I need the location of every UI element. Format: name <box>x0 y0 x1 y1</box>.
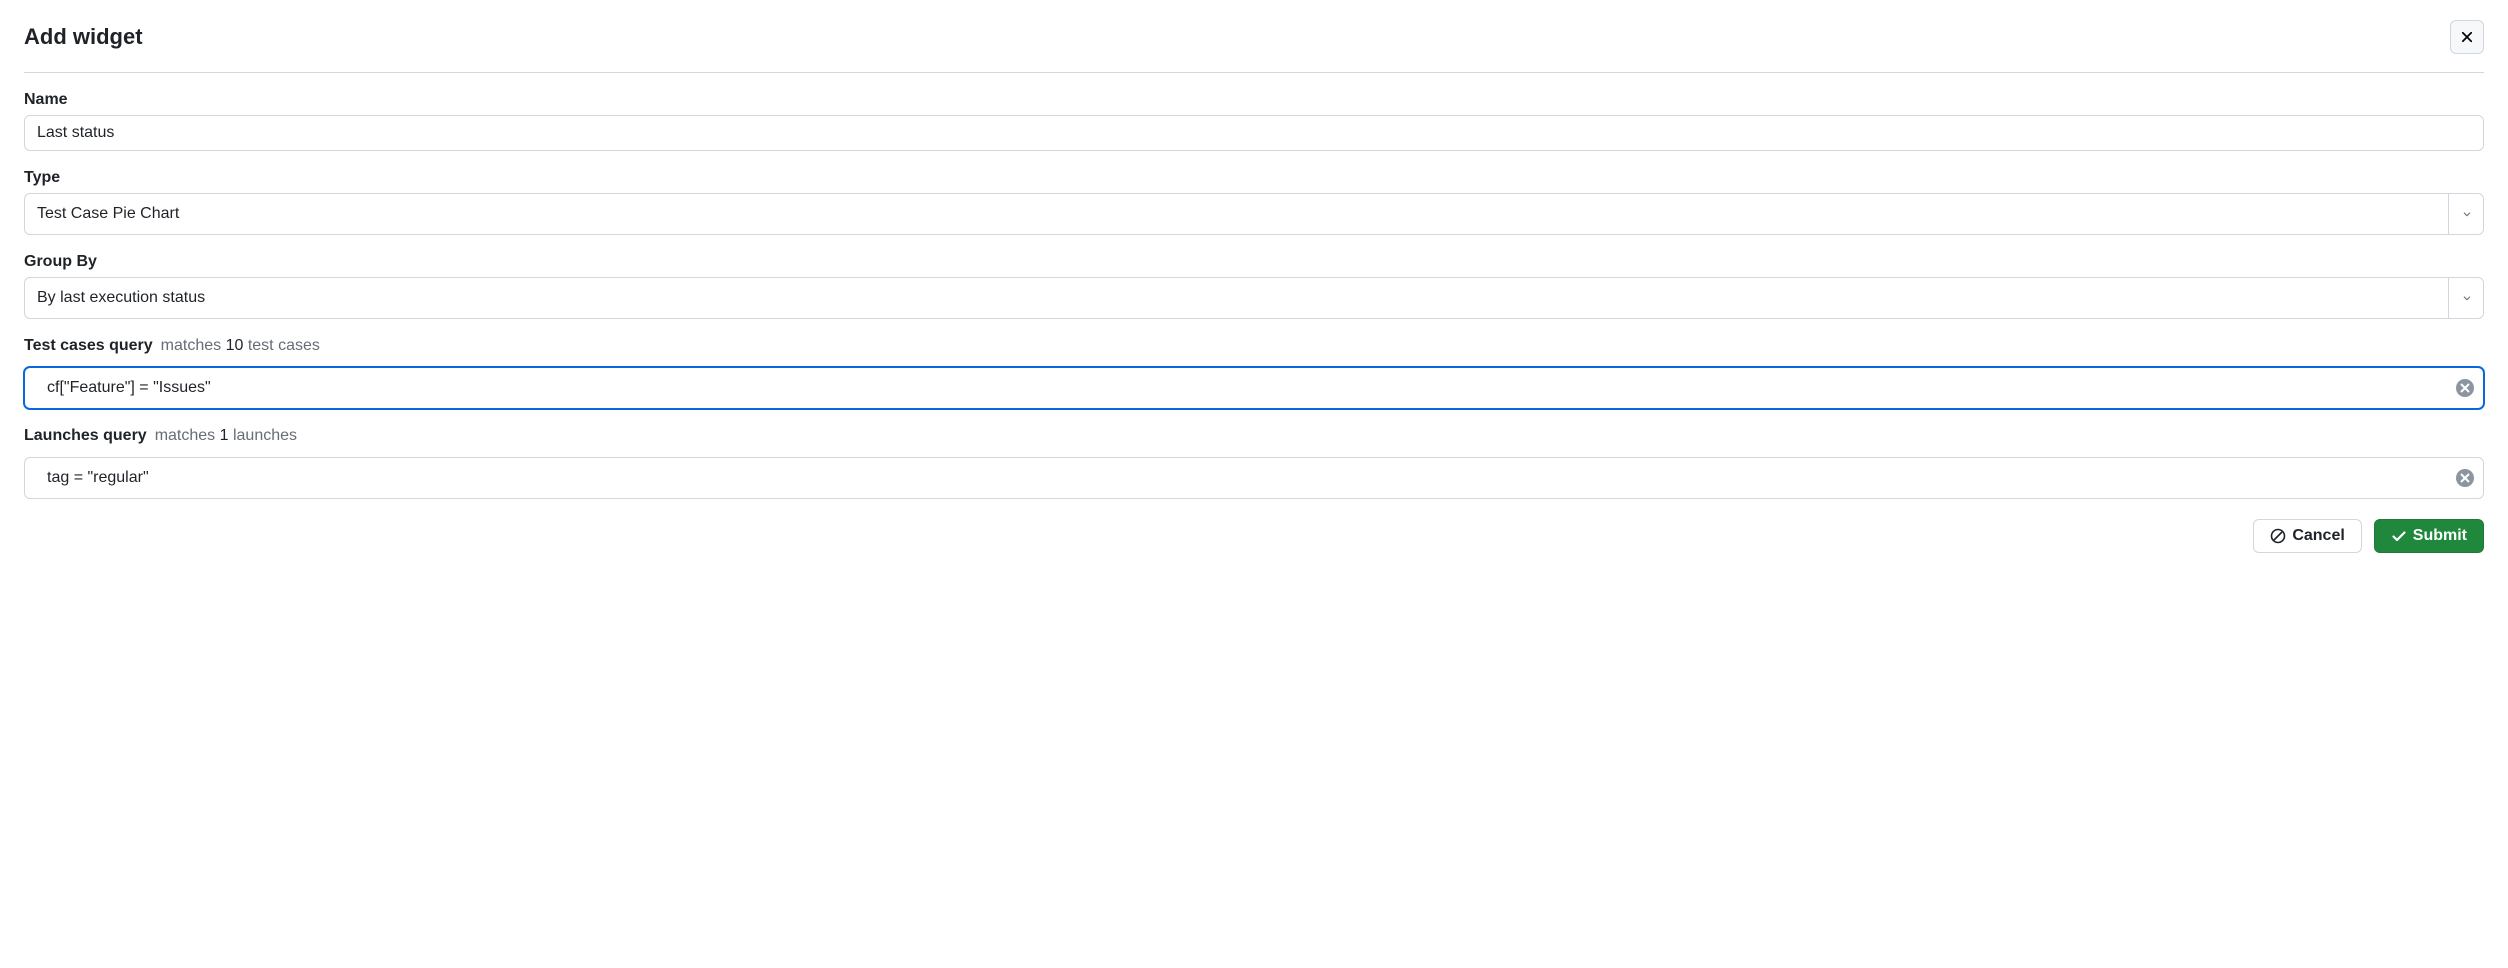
launches-query-label: Launches query <box>24 427 147 445</box>
groupby-select[interactable]: By last execution status <box>24 277 2484 319</box>
clear-icon <box>2460 383 2470 393</box>
groupby-select-value: By last execution status <box>24 277 2484 319</box>
groupby-label: Group By <box>24 253 2484 271</box>
type-label: Type <box>24 169 2484 187</box>
launches-query-group: Launches query matches 1 launches <box>24 427 2484 499</box>
testcases-query-hint: matches 10 test cases <box>161 337 320 355</box>
launches-query-hint: matches 1 launches <box>155 427 297 445</box>
type-select-value: Test Case Pie Chart <box>24 193 2484 235</box>
groupby-field-group: Group By By last execution status <box>24 253 2484 319</box>
launches-clear-button[interactable] <box>2456 469 2474 487</box>
dialog-footer: Cancel Submit <box>24 519 2484 553</box>
name-field-group: Name <box>24 91 2484 151</box>
testcases-query-group: Test cases query matches 10 test cases <box>24 337 2484 409</box>
cancel-button[interactable]: Cancel <box>2253 519 2361 553</box>
name-label: Name <box>24 91 2484 109</box>
close-button[interactable] <box>2450 20 2484 54</box>
submit-label: Submit <box>2413 527 2467 545</box>
testcases-query-input[interactable] <box>24 367 2484 409</box>
name-input[interactable] <box>24 115 2484 151</box>
testcases-query-label: Test cases query <box>24 337 153 355</box>
close-icon <box>2458 28 2476 46</box>
type-select[interactable]: Test Case Pie Chart <box>24 193 2484 235</box>
type-field-group: Type Test Case Pie Chart <box>24 169 2484 235</box>
cancel-label: Cancel <box>2292 527 2344 545</box>
dialog-header: Add widget <box>24 20 2484 73</box>
submit-button[interactable]: Submit <box>2374 519 2484 553</box>
check-icon <box>2391 528 2407 544</box>
cancel-icon <box>2270 528 2286 544</box>
dialog-title: Add widget <box>24 24 143 50</box>
clear-icon <box>2460 473 2470 483</box>
testcases-clear-button[interactable] <box>2456 379 2474 397</box>
launches-query-input[interactable] <box>24 457 2484 499</box>
